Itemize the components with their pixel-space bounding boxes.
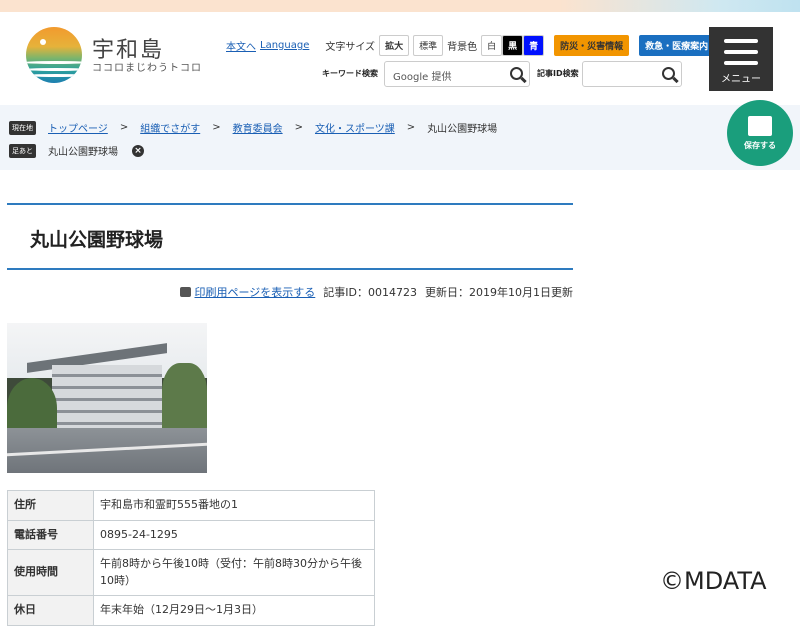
keyword-search-label: キーワード検索 [322,69,378,78]
disaster-info-button[interactable]: 防災・災害情報 [554,35,630,56]
font-larger-button[interactable]: 拡大 [379,35,410,56]
article-id-search-label: 記事ID検索 [537,69,579,78]
breadcrumb: 現在地 トップページ > 組織でさがす > 教育委員会 > 文化・スポーツ課 > 丸山公… [0,105,800,170]
breadcrumb-link[interactable]: 教育委員会 [233,120,283,135]
menu-button[interactable]: メニュー [709,27,773,91]
site-logo-icon[interactable] [26,27,82,83]
breadcrumb-link[interactable]: トップページ [48,120,108,135]
history-tag: 足あと [9,143,36,158]
table-row: 使用時間 午前8時から午後10時（受付：午前8時30分から午後10時） [7,549,375,596]
print-page-link[interactable]: 印刷用ページを表示する [195,284,316,300]
search-icon[interactable] [662,67,675,80]
article-id-search-input[interactable] [582,61,682,87]
bg-white-button[interactable]: 白 [481,35,503,56]
skip-to-content-link[interactable]: 本文へ [226,38,256,53]
close-icon[interactable]: × [132,144,144,157]
table-row: 電話番号 0895-24-1295 [7,519,375,550]
page-title: 丸山公園野球場 [30,229,164,251]
table-row: 住所 宇和島市和霊町555番地の1 [7,490,375,521]
updated-date: 更新日：2019年10月1日更新 [425,286,573,299]
font-size-label: 文字サイズ [325,42,376,53]
watermark: ©MDATA [660,567,767,595]
bg-black-button[interactable]: 黒 [502,35,524,56]
top-band [0,0,800,12]
site-tagline: ココロまじわうトコロ [92,63,202,74]
print-icon [179,287,191,297]
breadcrumb-link[interactable]: 文化・スポーツ課 [315,120,395,135]
stadium-photo [7,323,207,473]
folder-icon [748,116,772,136]
font-standard-button[interactable]: 標準 [413,35,444,56]
save-button[interactable]: 保存する [727,100,793,166]
article-id: 記事ID：0014723 [323,286,417,299]
emergency-info-button[interactable]: 救急・医療案内 [639,35,715,56]
bg-color-label: 背景色 [447,42,478,53]
breadcrumb-current: 丸山公園野球場 [427,124,498,135]
language-link[interactable]: Language [260,40,309,51]
search-icon[interactable] [510,67,523,80]
current-location-tag: 現在地 [9,120,36,135]
facility-info-table: 住所 宇和島市和霊町555番地の1 電話番号 0895-24-1295 使用時間 午前… [7,490,375,626]
history-item[interactable]: 丸山公園野球場 [48,143,118,158]
bg-blue-button[interactable]: 青 [523,35,545,56]
breadcrumb-link[interactable]: 組織でさがす [140,120,200,135]
keyword-search-input[interactable]: Google 提供 [384,61,530,87]
